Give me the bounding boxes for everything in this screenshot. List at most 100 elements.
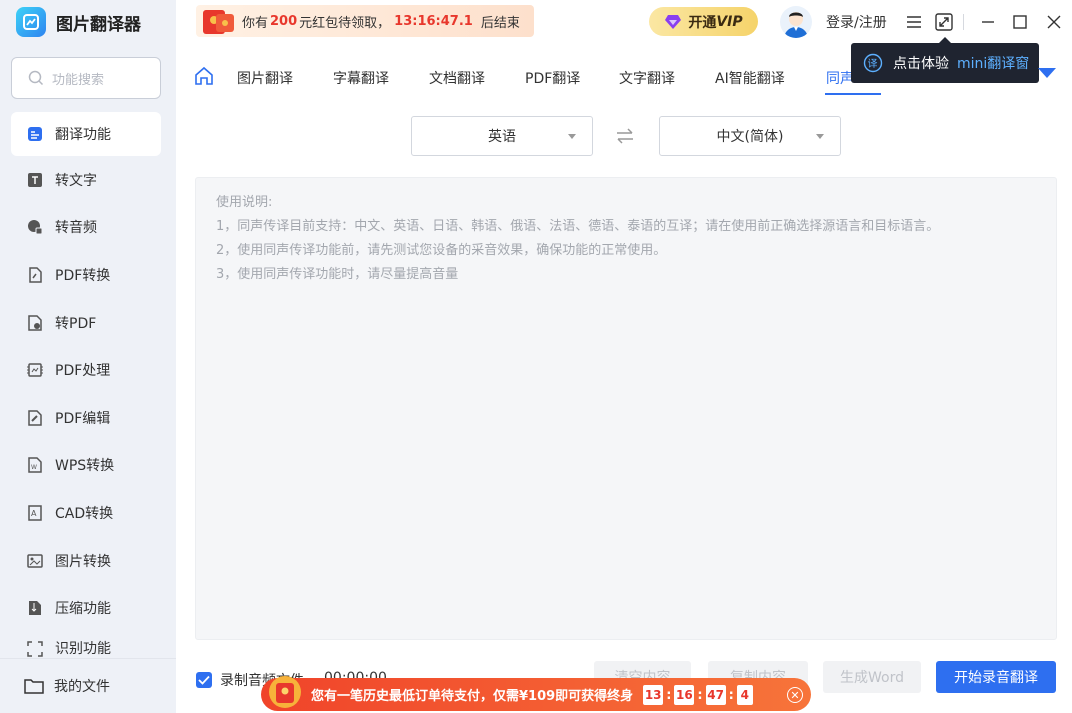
sidebar-item-to-text[interactable]: 转文字 bbox=[0, 156, 176, 204]
tab-simultaneous[interactable]: 同声 bbox=[826, 68, 854, 88]
sidebar-item-label: 转音频 bbox=[55, 220, 97, 237]
promo-timer: 13:16:47.1 bbox=[394, 13, 473, 29]
banner-countdown: 13:16:47:4 bbox=[641, 684, 755, 705]
pdf-process-icon bbox=[26, 361, 44, 379]
pdf-edit-icon bbox=[26, 409, 44, 427]
countdown-seconds: 47 bbox=[705, 684, 726, 705]
source-language-value: 英语 bbox=[488, 129, 516, 145]
target-language-select[interactable]: 中文(简体) bbox=[659, 116, 841, 156]
function-search-input[interactable]: 功能搜索 bbox=[11, 57, 161, 99]
tooltip-highlight: mini翻译窗 bbox=[957, 56, 1030, 72]
sidebar-item-recognize[interactable]: 识别功能 bbox=[0, 632, 176, 658]
sidebar-item-to-pdf[interactable]: 转PDF bbox=[0, 299, 176, 347]
sidebar-item-pdf-convert[interactable]: PDF转换 bbox=[0, 251, 176, 299]
user-avatar[interactable] bbox=[780, 6, 812, 38]
vip-brand: VIP bbox=[716, 13, 743, 30]
chevron-down-icon bbox=[816, 134, 824, 139]
sidebar-item-pdf-process[interactable]: PDF处理 bbox=[0, 346, 176, 394]
wps-icon: W bbox=[26, 456, 44, 474]
translate-icon bbox=[26, 125, 44, 143]
cad-icon: A bbox=[26, 504, 44, 522]
app-title: 图片翻译器 bbox=[56, 14, 141, 35]
sidebar-item-image[interactable]: 图片转换 bbox=[0, 537, 176, 585]
image-icon bbox=[26, 552, 44, 570]
audio-icon bbox=[26, 218, 44, 236]
promo-prefix: 你有 bbox=[242, 15, 269, 31]
sidebar-item-to-audio[interactable]: 转音频 bbox=[0, 204, 176, 252]
promo-amount: 200 bbox=[270, 13, 298, 29]
generate-word-button[interactable]: 生成Word bbox=[823, 661, 921, 693]
translate-badge: 译 bbox=[868, 58, 878, 70]
promo-end: 后结束 bbox=[480, 15, 520, 31]
record-audio-checkbox[interactable] bbox=[196, 672, 212, 688]
active-tab-indicator bbox=[825, 93, 881, 95]
tab-subtitle-translate[interactable]: 字幕翻译 bbox=[333, 68, 389, 88]
sidebar-item-pdf-edit[interactable]: PDF编辑 bbox=[0, 394, 176, 442]
user-avatar-icon bbox=[784, 12, 808, 38]
translation-output-area[interactable]: 使用说明: 1，同声传译目前支持：中文、英语、日语、韩语、俄语、法语、德语、泰语… bbox=[195, 177, 1057, 640]
instructions-line: 2，使用同声传译功能前，请先测试您设备的采音效果，确保功能的正常使用。 bbox=[216, 243, 667, 258]
sidebar-item-wps[interactable]: W WPS转换 bbox=[0, 442, 176, 490]
sidebar-item-label: WPS转换 bbox=[55, 458, 115, 475]
sidebar-item-label: PDF转换 bbox=[55, 267, 111, 284]
tab-image-translate[interactable]: 图片翻译 bbox=[237, 68, 293, 88]
sidebar: 图片翻译器 功能搜索 翻译功能 转文字 转音频 PDF转换 转PDF PDF处理 bbox=[0, 0, 176, 713]
diamond-icon bbox=[665, 14, 682, 29]
source-language-select[interactable]: 英语 bbox=[411, 116, 593, 156]
sidebar-item-label: 转文字 bbox=[55, 172, 97, 189]
svg-text:A: A bbox=[31, 509, 37, 518]
close-icon[interactable] bbox=[1044, 12, 1064, 32]
mini-window-icon[interactable] bbox=[934, 12, 954, 32]
sidebar-item-label: PDF编辑 bbox=[55, 410, 111, 427]
red-envelope-icon bbox=[203, 10, 234, 34]
instructions-title: 使用说明: bbox=[216, 195, 273, 210]
home-icon[interactable] bbox=[194, 66, 214, 90]
login-register-link[interactable]: 登录/注册 bbox=[826, 12, 887, 32]
sidebar-item-label: 压缩功能 bbox=[55, 601, 111, 618]
red-envelope-icon bbox=[269, 676, 301, 708]
to-pdf-icon bbox=[26, 314, 44, 332]
banner-close-icon[interactable]: ✕ bbox=[787, 687, 803, 703]
countdown-ms: 4 bbox=[736, 684, 753, 705]
more-tabs-arrow-icon[interactable] bbox=[1038, 68, 1056, 78]
swap-languages-icon[interactable] bbox=[615, 128, 635, 148]
tab-document-translate[interactable]: 文档翻译 bbox=[429, 68, 485, 88]
titlebar-divider bbox=[963, 14, 964, 30]
search-placeholder: 功能搜索 bbox=[52, 72, 105, 88]
maximize-icon[interactable] bbox=[1010, 12, 1030, 32]
tab-ai-translate[interactable]: AI智能翻译 bbox=[715, 68, 785, 88]
sidebar-item-label: 识别功能 bbox=[55, 640, 111, 657]
checkmark-icon bbox=[198, 675, 210, 685]
unpaid-order-banner[interactable]: 您有一笔历史最低订单待支付，仅需¥109即可获得终身 13:16:47:4 ✕ bbox=[261, 676, 811, 711]
menu-icon[interactable] bbox=[904, 12, 924, 32]
my-files-button[interactable]: 我的文件 bbox=[0, 658, 176, 713]
text-icon bbox=[26, 171, 44, 189]
my-files-label: 我的文件 bbox=[54, 679, 110, 695]
sidebar-item-translate[interactable]: 翻译功能 bbox=[11, 112, 161, 156]
sidebar-item-label: PDF处理 bbox=[55, 363, 111, 380]
open-vip-button[interactable]: 开通 VIP bbox=[649, 7, 758, 36]
target-language-value: 中文(简体) bbox=[716, 129, 784, 145]
app-logo-icon bbox=[16, 7, 46, 37]
minimize-icon[interactable] bbox=[978, 12, 998, 32]
pdf-convert-icon bbox=[26, 266, 44, 284]
sidebar-item-label: 转PDF bbox=[55, 315, 97, 332]
folder-icon bbox=[24, 679, 44, 694]
start-record-translate-button[interactable]: 开始录音翻译 bbox=[936, 661, 1056, 693]
sidebar-item-label: 翻译功能 bbox=[55, 127, 111, 143]
sidebar-item-label: 图片转换 bbox=[55, 553, 111, 570]
red-packet-promo[interactable]: 你有 200 元红包待领取， 13:16:47.1 后结束 bbox=[196, 5, 534, 37]
sidebar-item-cad[interactable]: A CAD转换 bbox=[0, 489, 176, 537]
sidebar-nav: 翻译功能 转文字 转音频 PDF转换 转PDF PDF处理 PDF编辑 W WP bbox=[0, 112, 176, 658]
sidebar-item-label: CAD转换 bbox=[55, 505, 114, 522]
sidebar-item-compress[interactable]: 压缩功能 bbox=[0, 584, 176, 632]
recognize-icon bbox=[26, 640, 44, 658]
banner-text: 您有一笔历史最低订单待支付，仅需¥109即可获得终身 bbox=[311, 689, 634, 704]
tab-pdf-translate[interactable]: PDF翻译 bbox=[525, 68, 580, 88]
search-icon bbox=[28, 70, 44, 86]
mini-window-tooltip[interactable]: 译 点击体验 mini翻译窗 bbox=[851, 37, 1039, 83]
top-bar: 你有 200 元红包待领取， 13:16:47.1 后结束 开通 VIP 登录/… bbox=[176, 0, 1072, 44]
countdown-hours: 13 bbox=[643, 684, 664, 705]
tab-text-translate[interactable]: 文字翻译 bbox=[619, 68, 675, 88]
compress-icon bbox=[26, 599, 44, 617]
